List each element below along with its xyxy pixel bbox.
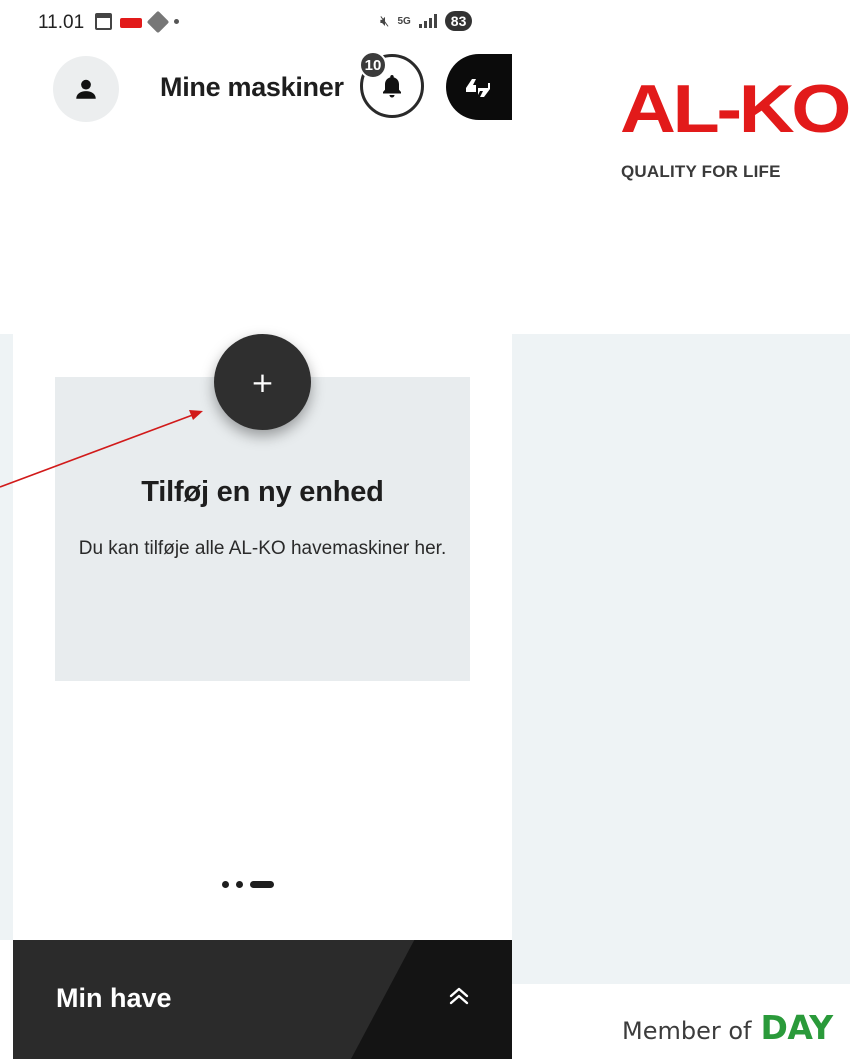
bell-icon xyxy=(383,75,401,98)
phone-screen: 11.01 🔇︎ 5G 83 Mine maskiner 10 + Tilføj… xyxy=(0,0,512,1059)
status-bar: 11.01 🔇︎ 5G 83 xyxy=(0,0,512,44)
previous-card-edge xyxy=(0,334,13,940)
side-panel xyxy=(512,334,850,984)
alko-app-icon xyxy=(120,17,142,28)
garden-bottom-sheet[interactable]: Min have xyxy=(13,940,512,1059)
device-carousel: + Tilføj en ny enhed Du kan tilføje alle… xyxy=(0,334,512,940)
profile-button[interactable] xyxy=(53,56,119,122)
brand-tagline: QUALITY FOR LIFE xyxy=(621,162,781,181)
network-5g-label: 5G xyxy=(397,15,411,27)
mute-icon: 🔇︎ xyxy=(380,12,390,30)
card-description: Du kan tilføje alle AL-KO havemaskiner h… xyxy=(78,538,447,559)
quote-icon xyxy=(466,79,490,97)
bottom-sheet-title: Min have xyxy=(56,983,172,1013)
battery-level: 83 xyxy=(444,11,473,31)
status-time: 11.01 xyxy=(38,12,85,33)
double-chevron-up-icon xyxy=(449,987,469,1005)
pager-dot[interactable] xyxy=(236,881,243,888)
day-logo: DAY xyxy=(760,1008,833,1047)
app-cube-icon xyxy=(146,10,170,33)
alko-logo-text: AL-KO xyxy=(620,78,849,140)
alko-logo: AL-KO xyxy=(620,78,850,140)
member-text: Member of xyxy=(622,1017,752,1045)
bottom-sheet-accent xyxy=(351,940,512,1059)
app-header: Mine maskiner 10 xyxy=(0,44,512,132)
carousel-pager xyxy=(222,881,274,888)
more-notifications-dot-icon xyxy=(174,19,179,24)
member-of-day: Member of DAY xyxy=(622,1008,833,1047)
card-title: Tilføj en ny enhed xyxy=(141,476,384,508)
signal-icon xyxy=(418,14,437,28)
status-system-icons: 🔇︎ 5G 83 xyxy=(380,11,473,31)
expand-button[interactable] xyxy=(443,980,475,1012)
feedback-button[interactable] xyxy=(446,54,512,120)
pager-dot[interactable] xyxy=(222,881,229,888)
calendar-icon xyxy=(95,13,112,30)
person-icon xyxy=(76,79,96,99)
notification-count-badge: 10 xyxy=(359,51,387,79)
add-device-button[interactable]: + xyxy=(214,334,311,430)
pager-dot-active[interactable] xyxy=(250,881,274,888)
notifications-button[interactable]: 10 xyxy=(359,51,424,118)
status-notification-icons xyxy=(95,10,179,33)
page-title: Mine maskiner xyxy=(160,72,344,102)
